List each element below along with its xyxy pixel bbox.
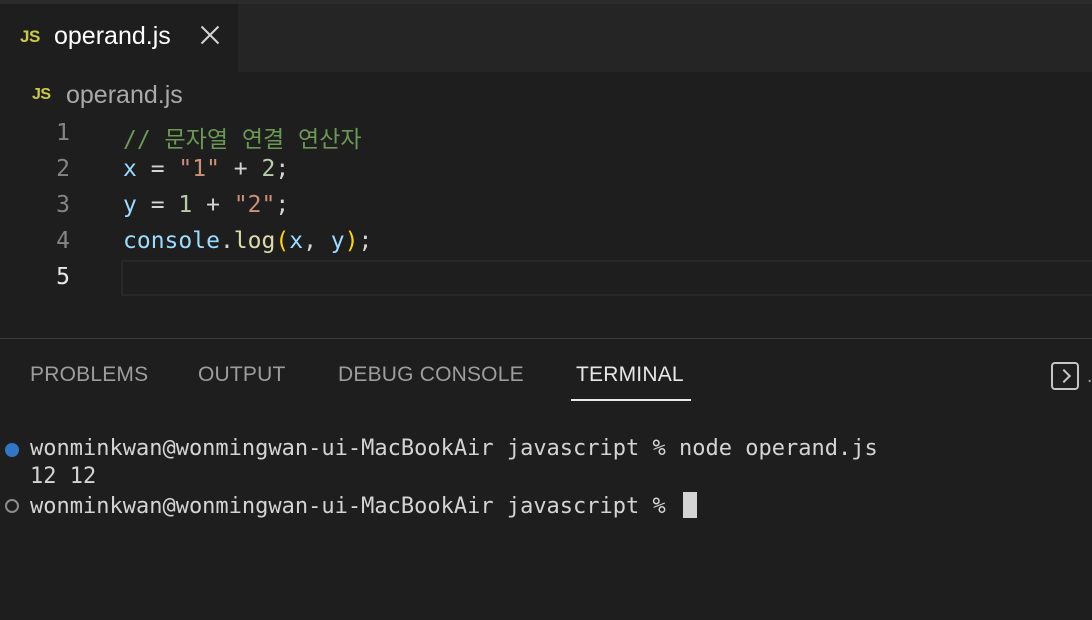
code-content[interactable]: x = "1" + 2;	[123, 156, 289, 182]
code-line: 2 x = "1" + 2;	[0, 152, 1092, 188]
line-number: 4	[56, 228, 70, 254]
tab-debug-console[interactable]: DEBUG CONSOLE	[338, 363, 524, 387]
code-token: )	[344, 228, 359, 254]
code-line: 4 console.log(x, y);	[0, 224, 1092, 260]
code-token: ;	[358, 228, 373, 254]
code-content[interactable]: y = 1 + "2";	[123, 192, 289, 218]
code-line-current: 5	[0, 260, 1092, 296]
active-tab-indicator	[571, 399, 691, 401]
javascript-file-icon: JS	[20, 27, 40, 46]
terminal-prompt-line[interactable]: wonminkwan@wonmingwan-ui-MacBookAir java…	[30, 492, 698, 519]
code-token: +	[219, 156, 262, 182]
terminal-line: wonminkwan@wonmingwan-ui-MacBookAir java…	[30, 436, 878, 461]
code-token: y	[123, 192, 137, 218]
code-token: ,	[303, 228, 331, 254]
terminal-cursor	[683, 492, 698, 518]
editor-tab-operand-js[interactable]: JS operand.js	[0, 4, 238, 72]
code-token: .	[219, 228, 234, 254]
command-pending-dot-icon[interactable]	[5, 499, 19, 513]
code-token: x	[289, 228, 304, 254]
code-line: 3 y = 1 + "2";	[0, 188, 1092, 224]
line-number: 5	[56, 264, 70, 290]
code-editor[interactable]: 1 // 문자열 연결 연산자 2 x = "1" + 2; 3 y = 1 +…	[0, 116, 1092, 338]
code-token: y	[330, 228, 345, 254]
code-token: 2	[261, 156, 276, 182]
code-token: ;	[275, 192, 290, 218]
code-token: log	[233, 228, 276, 254]
breadcrumb-item-file[interactable]: operand.js	[66, 81, 183, 110]
code-content[interactable]: console.log(x, y);	[123, 228, 372, 254]
command-success-dot-icon[interactable]	[5, 443, 19, 457]
code-token: ;	[275, 156, 290, 182]
tab-terminal[interactable]: TERMINAL	[576, 363, 684, 387]
code-content[interactable]: // 문자열 연결 연산자	[123, 120, 362, 154]
code-line: 1 // 문자열 연결 연산자	[0, 116, 1092, 154]
javascript-file-icon: JS	[32, 86, 51, 103]
tab-problems[interactable]: PROBLEMS	[30, 363, 148, 387]
panel-tab-bar: PROBLEMS OUTPUT DEBUG CONSOLE TERMINAL …	[0, 339, 1092, 403]
code-token: +	[192, 192, 234, 218]
terminal-line: 12 12	[30, 464, 97, 489]
tab-output[interactable]: OUTPUT	[198, 363, 286, 387]
line-number: 3	[56, 192, 70, 218]
code-token: x	[123, 156, 137, 182]
line-number: 2	[56, 156, 70, 182]
terminal-output[interactable]: wonminkwan@wonmingwan-ui-MacBookAir java…	[0, 430, 1092, 620]
editor-tab-bar: JS operand.js	[0, 4, 1092, 72]
close-icon[interactable]	[197, 22, 223, 48]
terminal-prompt: wonminkwan@wonmingwan-ui-MacBookAir java…	[30, 494, 680, 519]
line-number: 1	[56, 120, 70, 146]
code-token: "1"	[178, 156, 220, 182]
code-token: // 문자열 연결 연산자	[123, 127, 362, 153]
code-token: 1	[178, 192, 193, 218]
terminal-chevron-icon[interactable]	[1051, 362, 1079, 390]
current-line-highlight	[121, 260, 1092, 296]
code-token: (	[275, 228, 290, 254]
breadcrumb: JS operand.js	[0, 72, 1092, 116]
tab-title: operand.js	[54, 22, 171, 50]
overflow-icon[interactable]: …	[1086, 365, 1092, 388]
code-token: console	[123, 228, 220, 254]
code-token: "2"	[233, 192, 276, 218]
code-token: =	[136, 156, 179, 182]
code-token: =	[136, 192, 179, 218]
